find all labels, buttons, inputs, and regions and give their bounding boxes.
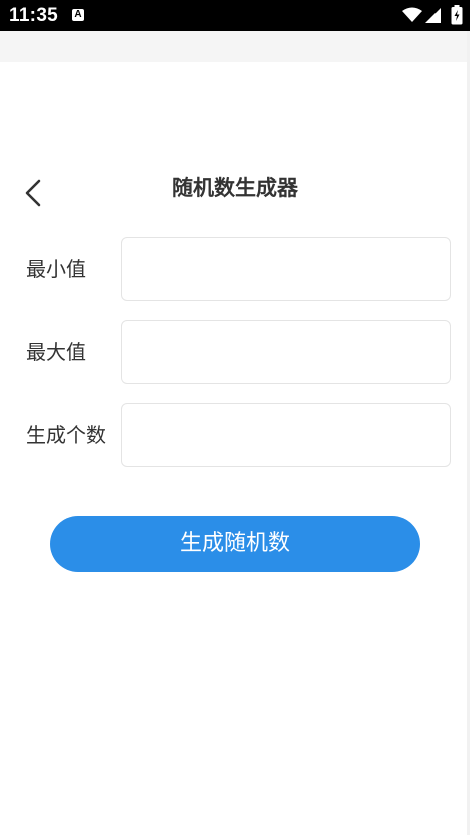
max-value-label: 最大值 (26, 340, 86, 364)
min-value-input[interactable] (121, 237, 451, 301)
wifi-icon (402, 7, 422, 22)
signal-icon (425, 7, 441, 23)
generate-button[interactable]: 生成随机数 (50, 516, 420, 572)
min-value-label: 最小值 (26, 257, 86, 281)
status-time: 11:35 (9, 5, 59, 26)
count-input[interactable] (121, 403, 451, 467)
status-bar: 11:35 (0, 0, 470, 31)
count-label: 生成个数 (26, 423, 106, 447)
top-strip (0, 31, 470, 62)
page-title: 随机数生成器 (172, 176, 298, 200)
count-row: 生成个数 (0, 403, 470, 467)
max-value-row: 最大值 (0, 320, 470, 384)
max-value-input[interactable] (121, 320, 451, 384)
a-notification-icon (72, 9, 84, 21)
min-value-row: 最小值 (0, 237, 470, 301)
battery-icon (451, 5, 463, 25)
